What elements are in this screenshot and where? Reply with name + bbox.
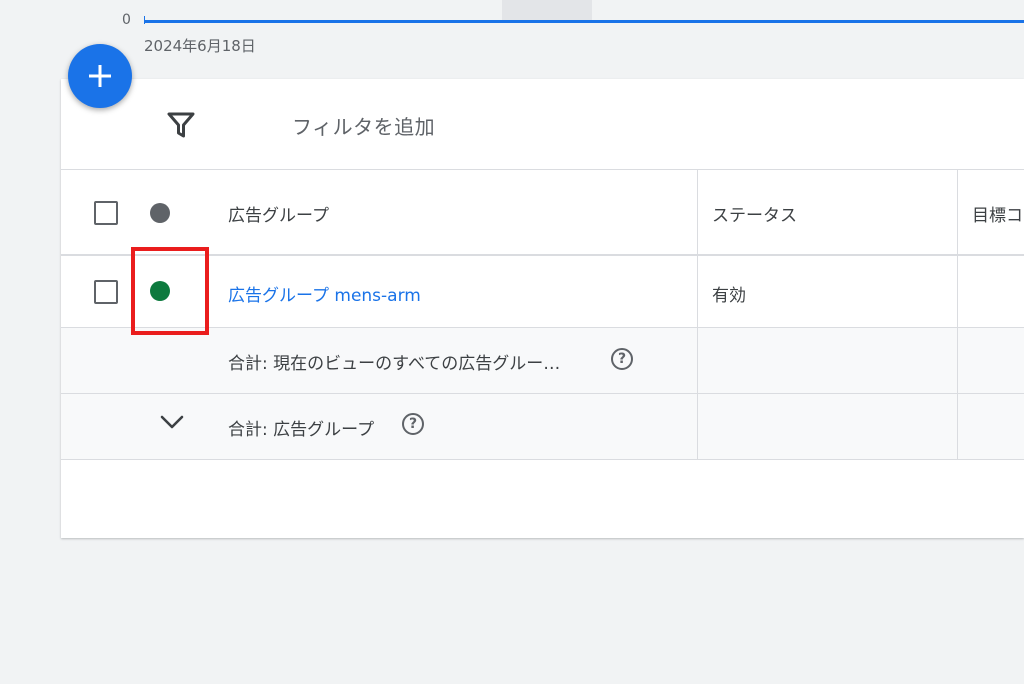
ad-group-name-link[interactable]: 広告グループ mens-arm bbox=[228, 281, 421, 306]
total-row-current-view: 合計: 現在のビューのすべての広告グルー… ? bbox=[61, 328, 1024, 394]
row-checkbox[interactable] bbox=[94, 280, 118, 304]
column-header-ad-group[interactable]: 広告グループ bbox=[228, 201, 329, 226]
select-all-checkbox[interactable] bbox=[94, 201, 118, 225]
funnel-icon[interactable] bbox=[167, 112, 195, 138]
ad-group-status: 有効 bbox=[712, 286, 746, 306]
add-filter-button[interactable]: フィルタを追加 bbox=[292, 111, 435, 140]
chevron-down-icon[interactable] bbox=[159, 414, 185, 430]
page: 0 2024年6月18日 フィルタを追加 広告グループ ステータス 目標コ 広告… bbox=[0, 0, 1024, 684]
highlight-annotation-box bbox=[131, 247, 209, 335]
total-ad-groups-label: 合計: 広告グループ bbox=[228, 420, 375, 440]
chart-series-line bbox=[144, 20, 1024, 23]
plus-icon bbox=[89, 65, 111, 87]
total-current-view-label: 合計: 現在のビューのすべての広告グルー… bbox=[228, 354, 561, 374]
column-header-target[interactable]: 目標コ bbox=[972, 201, 1023, 226]
filter-bar: フィルタを追加 bbox=[61, 79, 1024, 170]
help-icon[interactable]: ? bbox=[611, 348, 633, 370]
chart-x-axis-date-label: 2024年6月18日 bbox=[144, 37, 256, 55]
chart-y-axis-zero-label: 0 bbox=[122, 12, 131, 28]
total-row-ad-groups: 合計: 広告グループ ? bbox=[61, 394, 1024, 460]
help-icon[interactable]: ? bbox=[402, 413, 424, 435]
column-header-status[interactable]: ステータス bbox=[712, 201, 797, 226]
column-divider bbox=[957, 170, 958, 460]
table-header-row: 広告グループ ステータス 目標コ bbox=[61, 170, 1024, 256]
status-header-dot-icon[interactable] bbox=[150, 203, 170, 223]
chart-hover-band bbox=[502, 0, 592, 22]
performance-chart: 0 2024年6月18日 bbox=[0, 0, 1024, 80]
create-button[interactable] bbox=[68, 44, 132, 108]
column-divider bbox=[697, 170, 698, 460]
